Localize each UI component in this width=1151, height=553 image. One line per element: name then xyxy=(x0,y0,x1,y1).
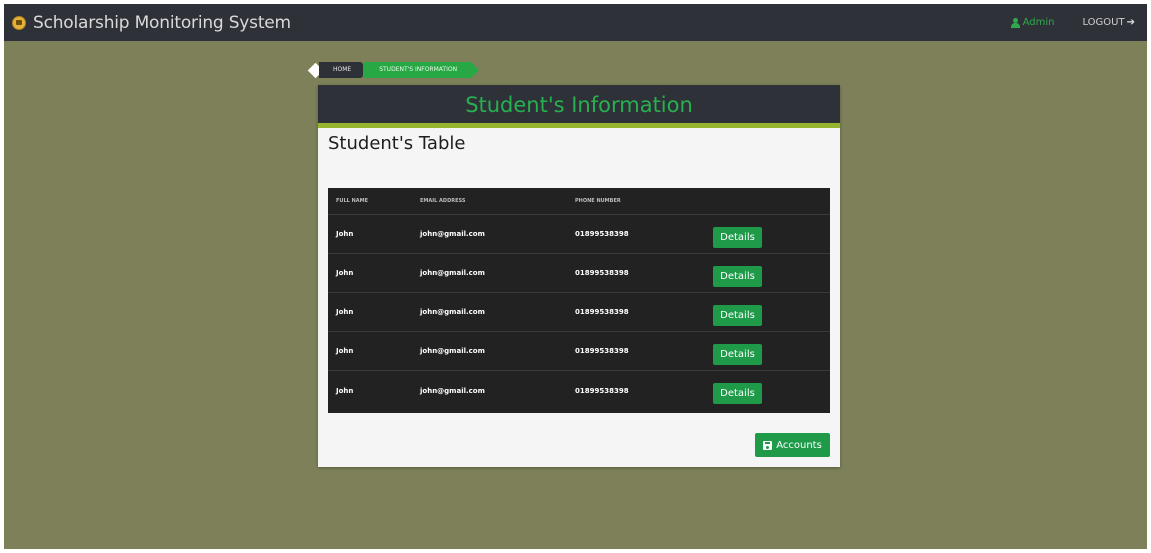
user-label: Admin xyxy=(1022,17,1055,28)
cell-full-name: John xyxy=(336,308,354,316)
details-button[interactable]: Details xyxy=(713,383,762,404)
details-button[interactable]: Details xyxy=(713,226,762,248)
cell-email: john@gmail.com xyxy=(420,347,485,355)
cell-action: Details xyxy=(713,221,830,248)
accounts-button[interactable]: Accounts xyxy=(755,433,830,457)
card-header-title: Student's Information xyxy=(318,85,840,123)
students-table: FULL NAME EMAIL ADDRESS PHONE NUMBER Joh… xyxy=(328,188,830,413)
table-row: John john@gmail.com 01899538398 Details xyxy=(328,332,830,371)
breadcrumb: HOME STUDENT'S INFORMATION xyxy=(307,62,479,78)
logout-label: LOGOUT xyxy=(1082,17,1125,28)
top-navbar: Scholarship Monitoring System Admin LOGO… xyxy=(4,4,1147,41)
cell-action: Details xyxy=(713,260,830,287)
cell-action: Details xyxy=(713,377,830,404)
cell-full-name: John xyxy=(336,386,354,395)
column-header-phone: PHONE NUMBER xyxy=(575,198,621,204)
table-row: John john@gmail.com 01899538398 Details xyxy=(328,293,830,332)
navbar-right: Admin LOGOUT ➔ xyxy=(1010,17,1135,28)
cell-full-name: John xyxy=(336,269,354,277)
app-title: Scholarship Monitoring System xyxy=(33,12,291,33)
cell-email: john@gmail.com xyxy=(420,386,485,395)
save-icon xyxy=(763,440,773,450)
card-accent-bar xyxy=(318,123,840,128)
cell-action: Details xyxy=(713,338,830,365)
user-icon xyxy=(1010,17,1020,28)
cell-email: john@gmail.com xyxy=(420,230,485,238)
table-title: Student's Table xyxy=(328,133,466,154)
details-button[interactable]: Details xyxy=(713,304,762,326)
breadcrumb-current: STUDENT'S INFORMATION xyxy=(363,62,479,78)
cell-email: john@gmail.com xyxy=(420,308,485,316)
cell-phone: 01899538398 xyxy=(575,230,629,238)
logout-link[interactable]: LOGOUT ➔ xyxy=(1082,17,1135,28)
column-header-email: EMAIL ADDRESS xyxy=(420,198,466,204)
cell-email: john@gmail.com xyxy=(420,269,485,277)
breadcrumb-home[interactable]: HOME xyxy=(319,62,370,78)
details-button[interactable]: Details xyxy=(713,265,762,287)
table-row: John john@gmail.com 01899538398 Details xyxy=(328,215,830,254)
column-header-full-name: FULL NAME xyxy=(336,198,369,204)
cell-phone: 01899538398 xyxy=(575,347,629,355)
table-row: John john@gmail.com 01899538398 Details xyxy=(328,254,830,293)
cell-phone: 01899538398 xyxy=(575,308,629,316)
brand-link[interactable]: Scholarship Monitoring System xyxy=(12,13,291,33)
table-row: John john@gmail.com 01899538398 Details xyxy=(328,371,830,410)
user-menu[interactable]: Admin xyxy=(1010,17,1055,28)
cell-full-name: John xyxy=(336,347,354,355)
cell-phone: 01899538398 xyxy=(575,269,629,277)
student-info-card: Student's Information Student's Table FU… xyxy=(318,85,840,467)
accounts-label: Accounts xyxy=(776,439,822,451)
cell-full-name: John xyxy=(336,230,354,238)
table-header-row: FULL NAME EMAIL ADDRESS PHONE NUMBER xyxy=(328,188,830,215)
shield-icon xyxy=(12,15,26,30)
cell-action: Details xyxy=(713,299,830,326)
details-button[interactable]: Details xyxy=(713,343,762,365)
cell-phone: 01899538398 xyxy=(575,386,629,395)
sign-out-icon: ➔ xyxy=(1126,17,1135,28)
